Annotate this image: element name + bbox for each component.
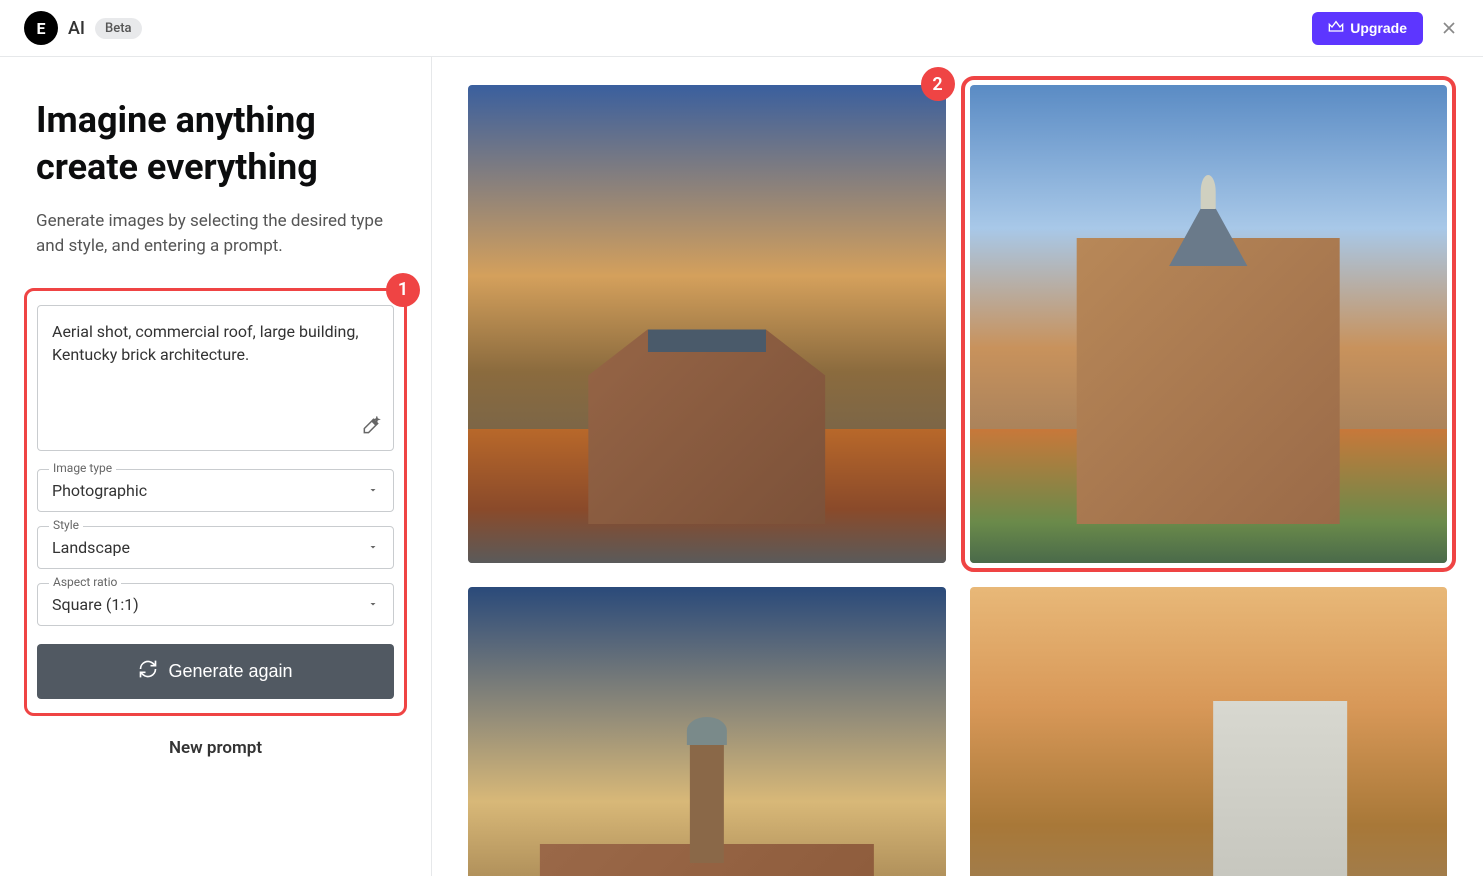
generate-again-button[interactable]: Generate again bbox=[37, 644, 394, 699]
refresh-icon bbox=[138, 659, 158, 684]
aspect-ratio-value: Square (1:1) bbox=[52, 595, 139, 614]
style-field: Style Landscape bbox=[37, 526, 394, 569]
aspect-ratio-select[interactable]: Square (1:1) bbox=[37, 583, 394, 626]
chevron-down-icon bbox=[367, 481, 379, 500]
app-logo: E bbox=[24, 11, 58, 45]
chevron-down-icon bbox=[367, 595, 379, 614]
generated-image bbox=[970, 587, 1448, 876]
aspect-ratio-label: Aspect ratio bbox=[49, 575, 121, 589]
results-panel: 2 bbox=[432, 57, 1483, 876]
image-type-value: Photographic bbox=[52, 481, 147, 500]
logo-text: E bbox=[37, 19, 46, 38]
generated-image bbox=[970, 85, 1448, 563]
image-type-field: Image type Photographic bbox=[37, 469, 394, 512]
generated-image bbox=[468, 85, 946, 563]
new-prompt-button[interactable]: New prompt bbox=[36, 738, 395, 758]
upgrade-button[interactable]: Upgrade bbox=[1312, 12, 1423, 45]
style-label: Style bbox=[49, 518, 83, 532]
ai-label: AI bbox=[68, 18, 85, 39]
form-highlight-area: 1 Aerial shot, commercial roof, large bu… bbox=[24, 288, 407, 716]
annotation-badge-1: 1 bbox=[386, 273, 420, 307]
page-subtitle: Generate images by selecting the desired… bbox=[36, 209, 395, 260]
page-title: Imagine anything create everything bbox=[36, 97, 395, 191]
main-content: Imagine anything create everything Gener… bbox=[0, 57, 1483, 876]
prompt-text: Aerial shot, commercial roof, large buil… bbox=[52, 320, 379, 366]
generate-label: Generate again bbox=[168, 661, 292, 682]
style-select[interactable]: Landscape bbox=[37, 526, 394, 569]
style-value: Landscape bbox=[52, 538, 130, 557]
image-type-label: Image type bbox=[49, 461, 116, 475]
crown-icon bbox=[1328, 19, 1344, 38]
header-left: E AI Beta bbox=[24, 11, 142, 45]
result-image-4[interactable] bbox=[970, 587, 1448, 876]
left-panel: Imagine anything create everything Gener… bbox=[0, 57, 432, 876]
app-header: E AI Beta Upgrade bbox=[0, 0, 1483, 57]
magic-wand-icon[interactable] bbox=[361, 416, 381, 440]
aspect-ratio-field: Aspect ratio Square (1:1) bbox=[37, 583, 394, 626]
image-type-select[interactable]: Photographic bbox=[37, 469, 394, 512]
generated-image bbox=[468, 587, 946, 876]
result-image-3[interactable] bbox=[468, 587, 946, 876]
prompt-input[interactable]: Aerial shot, commercial roof, large buil… bbox=[37, 305, 394, 451]
result-image-1[interactable] bbox=[468, 85, 946, 563]
results-grid: 2 bbox=[468, 85, 1447, 876]
annotation-badge-2: 2 bbox=[921, 67, 955, 101]
header-right: Upgrade bbox=[1312, 12, 1459, 45]
upgrade-label: Upgrade bbox=[1350, 20, 1407, 36]
chevron-down-icon bbox=[367, 538, 379, 557]
beta-badge: Beta bbox=[95, 18, 142, 39]
close-icon[interactable] bbox=[1439, 18, 1459, 38]
result-image-2[interactable] bbox=[970, 85, 1448, 563]
